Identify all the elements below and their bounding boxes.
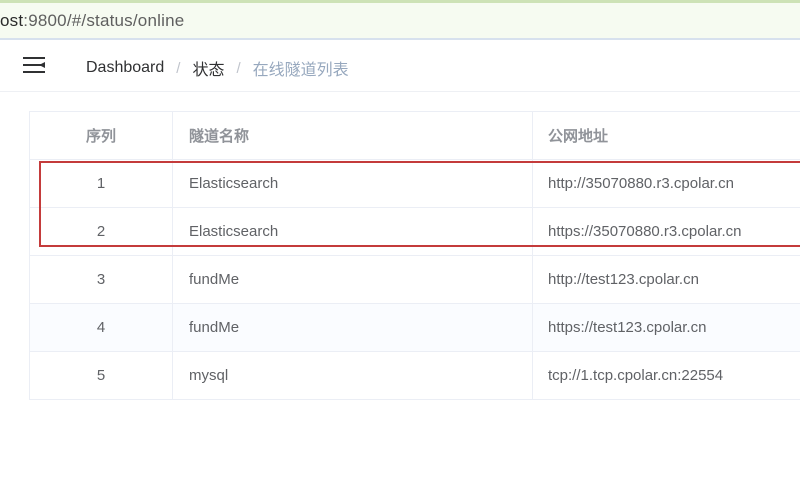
row-public-url[interactable]: https://35070880.r3.cpolar.cn [533, 208, 800, 255]
breadcrumb-separator: / [236, 59, 241, 77]
url-path: :9800/#/status/online [23, 11, 185, 30]
address-bar-url[interactable]: ost:9800/#/status/online [0, 11, 184, 31]
table-header-row: 序列 隧道名称 公网地址 [30, 112, 800, 160]
table-row[interactable]: 3 fundMe http://test123.cpolar.cn [30, 256, 800, 304]
url-host: ost [0, 11, 24, 30]
app-header: Dashboard / 状态 / 在线隧道列表 [0, 40, 800, 92]
row-index: 4 [30, 304, 173, 351]
column-header-public-url: 公网地址 [548, 128, 609, 145]
screenshot-stage: ost:9800/#/status/online Dashboard / 状态 … [0, 0, 800, 500]
row-tunnel-name: mysql [173, 352, 533, 399]
table-row[interactable]: 4 fundMe https://test123.cpolar.cn [30, 304, 800, 352]
breadcrumb-separator: / [176, 59, 181, 77]
row-tunnel-name: Elasticsearch [173, 160, 533, 207]
row-public-url[interactable]: tcp://1.tcp.cpolar.cn:22554 [533, 352, 800, 399]
row-tunnel-name: fundMe [173, 256, 533, 303]
table-row[interactable]: 5 mysql tcp://1.tcp.cpolar.cn:22554 [30, 352, 800, 400]
row-index: 2 [30, 208, 173, 255]
column-header-index: 序列 [30, 112, 173, 159]
breadcrumb-current-page: 在线隧道列表 [252, 62, 349, 79]
row-index: 3 [30, 256, 173, 303]
table-row[interactable]: 2 Elasticsearch https://35070880.r3.cpol… [30, 208, 800, 256]
breadcrumb-dashboard[interactable]: Dashboard [86, 59, 164, 77]
row-tunnel-name: fundMe [173, 304, 533, 351]
row-index: 5 [30, 352, 173, 399]
row-public-url[interactable]: https://test123.cpolar.cn [533, 304, 800, 351]
row-public-url[interactable]: http://test123.cpolar.cn [533, 256, 800, 303]
row-index: 1 [30, 160, 173, 207]
row-tunnel-name: Elasticsearch [173, 208, 533, 255]
breadcrumb: Dashboard / 状态 / 在线隧道列表 [86, 56, 349, 80]
row-public-url[interactable]: http://35070880.r3.cpolar.cn [533, 160, 800, 207]
hamburger-menu-icon[interactable] [23, 56, 47, 74]
online-tunnels-table: 序列 隧道名称 公网地址 1 Elasticsearch http://3507… [29, 111, 800, 400]
table-row[interactable]: 1 Elasticsearch http://35070880.r3.cpola… [30, 160, 800, 208]
browser-address-bar[interactable]: ost:9800/#/status/online [0, 0, 800, 40]
breadcrumb-status[interactable]: 状态 [192, 56, 224, 80]
column-header-tunnel-name: 隧道名称 [173, 112, 533, 159]
